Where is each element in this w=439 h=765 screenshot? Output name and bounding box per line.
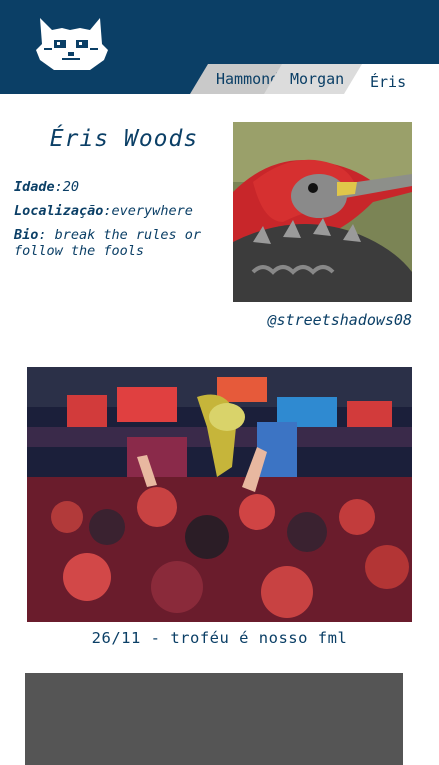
age-label: Idade [14,179,55,195]
location-value: everywhere [111,203,193,219]
profile-bio: Bio: break the rules or follow the fools [14,227,201,259]
avatar [233,122,412,302]
bio-value: break the rules or follow the fools [14,227,201,259]
cat-logo-icon[interactable] [34,14,110,76]
age-value: 20 [62,179,80,195]
post-photo [27,367,412,622]
profile-tabs: Hammond Morgan Éris [190,64,439,94]
esports-arena-image [27,367,412,622]
post-caption: 26/11 - troféu é nosso fml [91,629,348,647]
profile-name: Éris Woods [49,126,199,152]
profile-location: Localização:everywhere [14,203,193,219]
profile-age: Idade:20 [14,179,80,195]
header-bar: Hammond Morgan Éris [0,0,439,94]
content-placeholder-block [25,673,403,765]
location-label: Localização [14,203,104,219]
woodpecker-avatar-image [233,122,412,302]
bio-label: Bio [14,227,39,243]
profile-handle[interactable]: @streetshadows08 [200,311,413,329]
